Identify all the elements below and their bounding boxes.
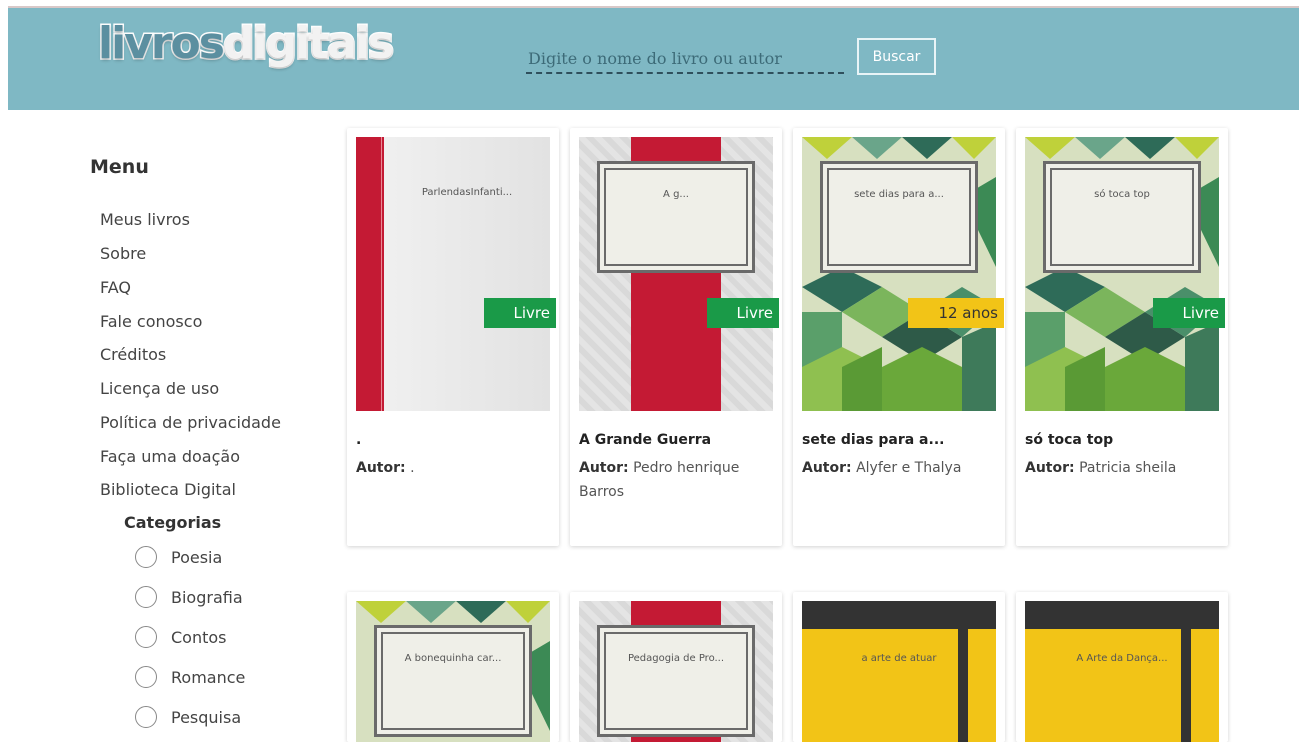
cover-title: A Arte da Dança...	[1076, 653, 1168, 664]
categories-title: Categorias	[124, 513, 222, 532]
header: livrosdigitais Buscar	[8, 6, 1299, 110]
sidebar: Menu Meus livros Sobre FAQ Fale conosco …	[0, 110, 340, 742]
age-badge: Livre	[707, 298, 779, 328]
logo-part-livros: livros	[97, 18, 227, 69]
book-card[interactable]: sete dias para a... 12 anos sete dias pa…	[793, 128, 1005, 546]
logo-part-digitais: digitais	[221, 18, 395, 69]
book-author: Autor: Patricia sheila	[1025, 460, 1177, 476]
book-cover[interactable]: ParlendasInfanti...	[356, 137, 550, 411]
book-card[interactable]: Pedagogia de Pro...	[570, 592, 782, 742]
category-label: Pesquisa	[171, 707, 242, 727]
cover-title: Pedagogia de Pro...	[627, 653, 725, 664]
age-badge: Livre	[1153, 298, 1225, 328]
book-author: Autor: Pedro henrique Barros	[579, 460, 740, 500]
menu-item-meus-livros[interactable]: Meus livros	[100, 210, 190, 229]
radio-icon[interactable]	[135, 546, 157, 568]
menu-item-licenca[interactable]: Licença de uso	[100, 379, 219, 398]
book-title[interactable]: .	[356, 432, 361, 448]
book-card[interactable]: só toca top Livre só toca top Autor: Pat…	[1016, 128, 1228, 546]
book-card[interactable]: A Arte da Dança...	[1016, 592, 1228, 742]
book-card[interactable]: A bonequinha car...	[347, 592, 559, 742]
category-label: Romance	[171, 667, 246, 687]
category-label: Contos	[171, 627, 227, 647]
book-cover[interactable]: a arte de atuar	[802, 601, 996, 742]
menu-item-creditos[interactable]: Créditos	[100, 345, 166, 364]
book-author: Autor: .	[356, 460, 415, 476]
menu-item-sobre[interactable]: Sobre	[100, 244, 146, 263]
menu-item-biblioteca[interactable]: Biblioteca Digital	[100, 480, 236, 499]
book-author: Autor: Alyfer e Thalya	[802, 460, 962, 476]
age-badge: 12 anos	[908, 298, 1004, 328]
category-poesia[interactable]: Poesia	[135, 546, 222, 568]
book-cover[interactable]: sete dias para a...	[802, 137, 996, 411]
cover-title: ParlendasInfanti...	[421, 187, 513, 198]
cover-title: a arte de atuar	[861, 653, 937, 664]
book-cover[interactable]: A bonequinha car...	[356, 601, 550, 742]
cover-title: sete dias para a...	[854, 189, 944, 200]
logo[interactable]: livrosdigitais	[97, 20, 396, 67]
category-label: Poesia	[171, 547, 223, 567]
menu-item-fale-conosco[interactable]: Fale conosco	[100, 312, 202, 331]
menu-item-politica[interactable]: Política de privacidade	[100, 413, 281, 432]
radio-icon[interactable]	[135, 666, 157, 688]
book-cover[interactable]: só toca top	[1025, 137, 1219, 411]
search-input[interactable]	[526, 44, 844, 74]
book-cover[interactable]: A g...	[579, 137, 773, 411]
search-button[interactable]: Buscar	[857, 38, 936, 75]
age-badge: Livre	[484, 298, 556, 328]
radio-icon[interactable]	[135, 586, 157, 608]
menu-title: Menu	[90, 156, 149, 178]
category-pesquisa[interactable]: Pesquisa	[135, 706, 241, 728]
category-label: Biografia	[171, 587, 243, 607]
book-card[interactable]: A g... Livre A Grande Guerra Autor: Pedr…	[570, 128, 782, 546]
book-cover[interactable]: A Arte da Dança...	[1025, 601, 1219, 742]
radio-icon[interactable]	[135, 706, 157, 728]
book-card[interactable]: ParlendasInfanti... Livre . Autor: .	[347, 128, 559, 546]
category-romance[interactable]: Romance	[135, 666, 245, 688]
book-cover[interactable]: Pedagogia de Pro...	[579, 601, 773, 742]
book-title[interactable]: A Grande Guerra	[579, 432, 711, 448]
category-biografia[interactable]: Biografia	[135, 586, 243, 608]
menu-item-doacao[interactable]: Faça uma doação	[100, 447, 240, 466]
menu-item-faq[interactable]: FAQ	[100, 278, 131, 297]
book-title[interactable]: só toca top	[1025, 432, 1113, 448]
cover-title: só toca top	[1094, 189, 1150, 200]
book-title[interactable]: sete dias para a...	[802, 432, 944, 448]
radio-icon[interactable]	[135, 626, 157, 648]
cover-title: A bonequinha car...	[404, 653, 502, 664]
category-contos[interactable]: Contos	[135, 626, 227, 648]
book-card[interactable]: a arte de atuar	[793, 592, 1005, 742]
cover-title: A g...	[663, 189, 689, 200]
